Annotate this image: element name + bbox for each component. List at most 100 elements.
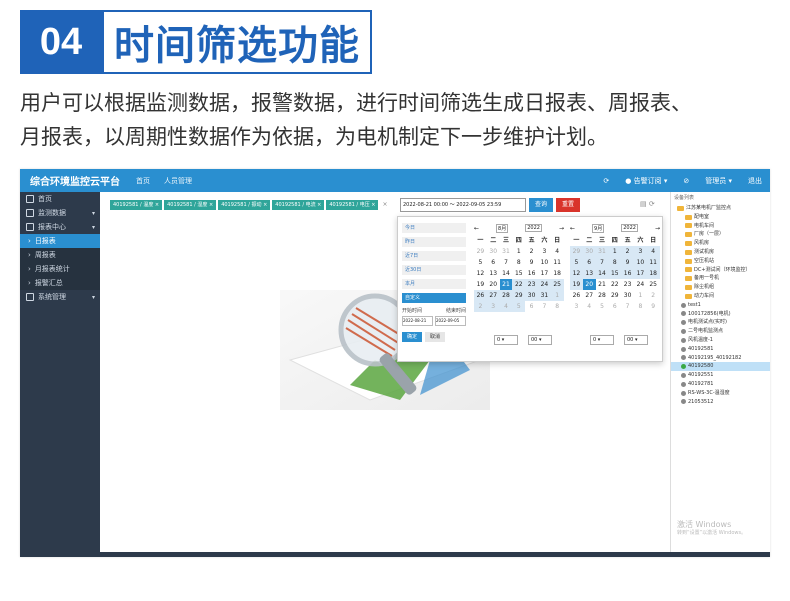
calendar-day[interactable]: 6 (487, 257, 500, 268)
tree-node[interactable]: 备用一号机 (671, 274, 770, 283)
calendar-day[interactable]: 3 (486, 301, 500, 312)
calendar-day[interactable]: 5 (596, 301, 609, 312)
device-tag[interactable]: 40192581 / 振动 × (218, 200, 271, 210)
device-tag[interactable]: 40192581 / 电压 × (326, 200, 379, 210)
tree-node[interactable]: 40192781 (671, 380, 770, 389)
calendar-day[interactable]: 11 (551, 257, 564, 268)
calendar-day[interactable]: 17 (538, 268, 551, 279)
calendar-day[interactable]: 19 (570, 279, 583, 290)
sidebar-item[interactable]: › 周报表 (20, 248, 100, 262)
reset-button[interactable]: 重置 (556, 198, 581, 212)
calendar-day[interactable]: 17 (633, 268, 647, 279)
calendar-day[interactable]: 9 (647, 301, 660, 312)
calendar-day[interactable]: 7 (595, 257, 609, 268)
tree-node[interactable]: 40192581 (671, 345, 770, 354)
calendar-day[interactable]: 15 (608, 268, 622, 279)
calendar-day[interactable]: 23 (525, 279, 538, 290)
calendar-day[interactable]: 9 (525, 257, 538, 268)
tree-node[interactable]: 除尘机组 (671, 283, 770, 292)
calendar-day[interactable]: 4 (499, 301, 513, 312)
nav-item[interactable]: 首页 (136, 176, 150, 186)
calendar-day[interactable]: 26 (474, 290, 487, 301)
calendar-day[interactable]: 6 (582, 257, 596, 268)
calendar-day[interactable]: 20 (582, 279, 596, 290)
top-tool[interactable]: 退出 (748, 176, 762, 186)
calendar-day[interactable]: 1 (550, 290, 564, 301)
query-button[interactable]: 查询 (529, 198, 554, 212)
calendar-day[interactable]: 3 (538, 246, 551, 257)
calendar-day[interactable]: 1 (634, 290, 647, 301)
calendar-day[interactable]: 19 (474, 279, 487, 290)
calendar-day[interactable]: 2 (474, 301, 487, 312)
calendar-day[interactable]: 31 (537, 290, 551, 301)
calendar-day[interactable]: 12 (474, 268, 487, 279)
calendar-day[interactable]: 28 (596, 290, 609, 301)
date-range-input[interactable]: 2022-08-21 00:00 ～ 2022-09-05 23:59 (400, 198, 526, 212)
calendar-day[interactable]: 12 (570, 268, 583, 279)
nav-item[interactable]: 人员管理 (164, 176, 192, 186)
tree-node[interactable]: 动力车间 (671, 292, 770, 301)
app-logo[interactable]: 综合环境监控云平台 (20, 173, 120, 188)
tree-node[interactable]: 40192195_40192182 (671, 354, 770, 363)
tree-node[interactable]: 测试机房 (671, 248, 770, 257)
right-month-select[interactable]: 9月 (592, 223, 605, 233)
tree-node[interactable]: test1 (671, 301, 770, 310)
calendar-day[interactable]: 22 (512, 279, 526, 290)
calendar-day[interactable]: 3 (633, 246, 647, 257)
sidebar-item[interactable]: › 月报表统计 (20, 262, 100, 276)
calendar-day[interactable]: 6 (608, 301, 621, 312)
calendar-day[interactable]: 30 (487, 246, 500, 257)
calendar-day[interactable]: 13 (582, 268, 596, 279)
calendar-day[interactable]: 8 (608, 257, 622, 268)
calendar-day[interactable]: 25 (550, 279, 564, 290)
calendar-day[interactable]: 13 (487, 268, 500, 279)
calendar-day[interactable]: 31 (500, 246, 513, 257)
device-tag[interactable]: 40192581 / 电流 × (272, 200, 325, 210)
calendar-day[interactable]: 29 (570, 246, 583, 257)
calendar-day[interactable]: 4 (646, 246, 660, 257)
calendar-day[interactable]: 30 (621, 290, 634, 301)
right-year-select[interactable]: 2022 (621, 224, 638, 232)
calendar-day[interactable]: 21 (499, 279, 513, 290)
sidebar-item[interactable]: › 报警汇总 (20, 276, 100, 290)
top-tool[interactable]: ⟳ (603, 177, 609, 185)
calendar-day[interactable]: 20 (487, 279, 500, 290)
left-hour-select[interactable]: 0 ▾ (494, 335, 518, 345)
calendar-day[interactable]: 26 (570, 290, 583, 301)
right-prev-icon[interactable]: ← (570, 225, 575, 232)
quick-range-item[interactable]: 本月 (402, 279, 466, 289)
quick-range-item[interactable]: 近30日 (402, 265, 466, 275)
sidebar-item[interactable]: 首页 (20, 192, 100, 206)
table-tools[interactable]: ▤ ⟳ (640, 200, 655, 208)
calendar-day[interactable]: 10 (633, 257, 647, 268)
calendar-day[interactable]: 18 (551, 268, 564, 279)
calendar-day[interactable]: 11 (646, 257, 660, 268)
calendar-day[interactable]: 22 (608, 279, 621, 290)
tree-node[interactable]: 40192580 (671, 362, 770, 372)
tree-node[interactable]: 二号电机监测点 (671, 327, 770, 336)
calendar-day[interactable]: 29 (608, 290, 621, 301)
calendar-day[interactable]: 1 (608, 246, 622, 257)
quick-range-item[interactable]: 自定义 (402, 293, 466, 303)
left-month-select[interactable]: 8月 (496, 223, 509, 233)
next-month-icon[interactable]: → (655, 225, 660, 232)
calendar-day[interactable]: 2 (525, 246, 538, 257)
calendar-day[interactable]: 9 (621, 257, 634, 268)
start-time-input[interactable]: 2022-08-21 (402, 316, 433, 326)
picker-cancel-button[interactable]: 取消 (425, 332, 446, 342)
calendar-day[interactable]: 27 (583, 290, 596, 301)
calendar-day[interactable]: 21 (596, 279, 609, 290)
calendar-day[interactable]: 15 (512, 268, 525, 279)
calendar-day[interactable]: 25 (647, 279, 660, 290)
calendar-day[interactable]: 7 (621, 301, 634, 312)
calendar-day[interactable]: 1 (512, 246, 525, 257)
tree-node[interactable]: 21053512 (671, 398, 770, 407)
calendar-day[interactable]: 31 (595, 246, 609, 257)
device-tag[interactable]: 40192581 / 湿度 × (164, 200, 217, 210)
calendar-day[interactable]: 8 (551, 301, 564, 312)
quick-range-item[interactable]: 今日 (402, 223, 466, 233)
calendar-day[interactable]: 18 (646, 268, 660, 279)
calendar-day[interactable]: 5 (570, 257, 583, 268)
tree-node[interactable]: 电机车间 (671, 222, 770, 231)
tree-node[interactable]: 空压机站 (671, 257, 770, 266)
